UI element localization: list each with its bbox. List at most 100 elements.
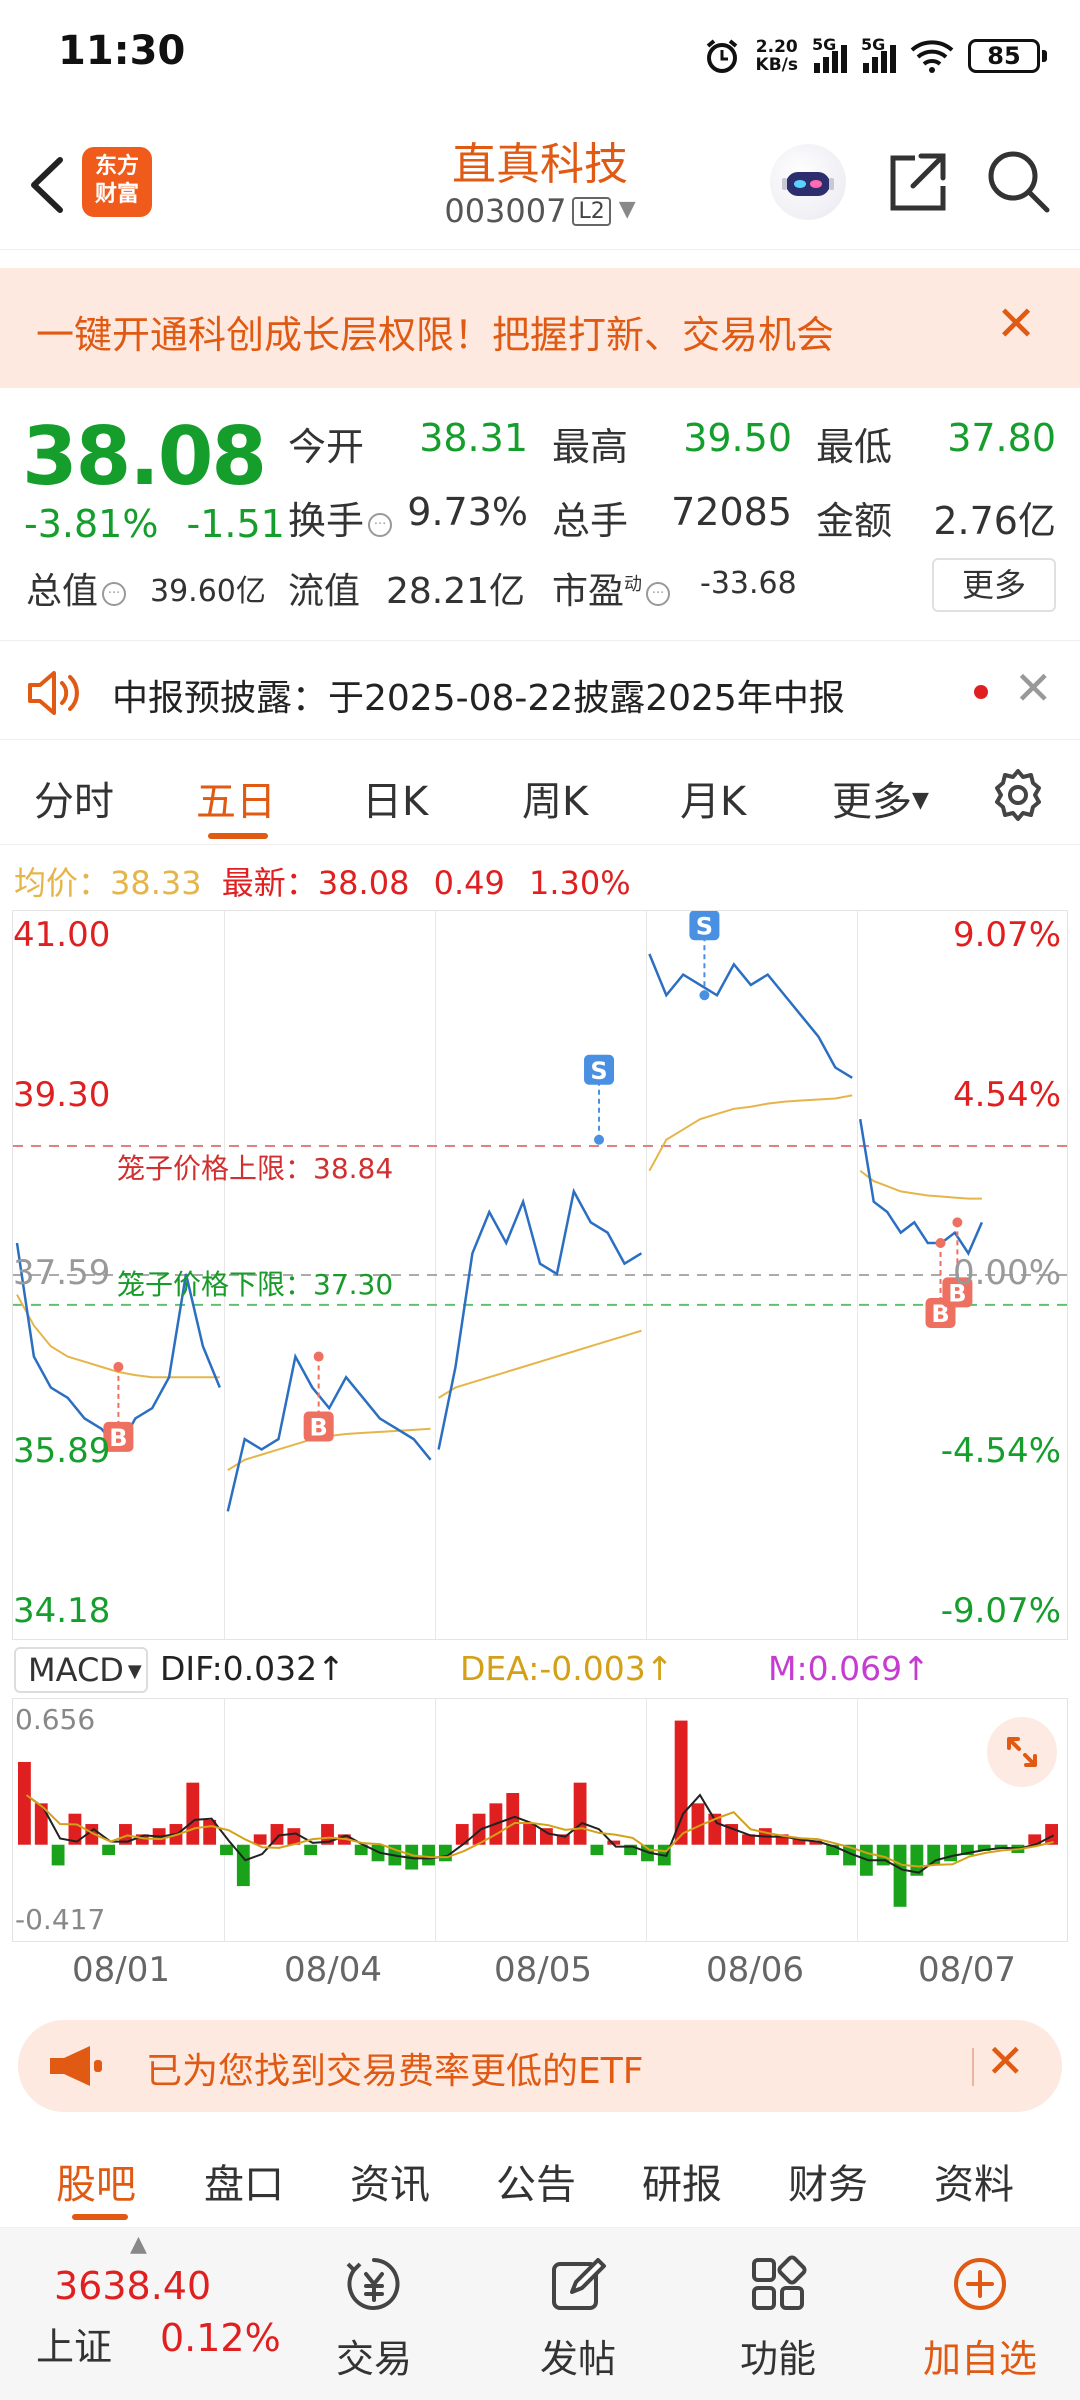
latest-pct: 1.30% bbox=[529, 864, 631, 902]
tab-daily-k[interactable]: 日K bbox=[362, 769, 428, 827]
nav-functions[interactable]: 功能 bbox=[708, 2228, 848, 2400]
turnover-value: 9.73% bbox=[407, 490, 528, 534]
macd-bar bbox=[18, 1761, 31, 1845]
macd-y-min: -0.417 bbox=[15, 1903, 106, 1936]
macd-bar bbox=[186, 1782, 200, 1845]
svg-text:S: S bbox=[696, 912, 713, 940]
active-tab-indicator bbox=[72, 2214, 128, 2220]
turnover-label: 换手 ··· bbox=[288, 490, 393, 545]
nav-trade[interactable]: 交易 bbox=[304, 2228, 444, 2400]
etf-banner[interactable]: 已为您找到交易费率更低的ETF ✕ bbox=[18, 2020, 1062, 2112]
pe-label: 市盈动 ··· bbox=[552, 562, 671, 614]
plus-circle-icon bbox=[954, 2258, 1006, 2310]
nav-post[interactable]: 发帖 bbox=[508, 2228, 648, 2400]
alarm-icon bbox=[706, 39, 737, 73]
info-icon[interactable]: ··· bbox=[102, 582, 127, 606]
pe-value: -33.68 bbox=[700, 566, 797, 601]
buy-marker[interactable]: B bbox=[303, 1351, 334, 1442]
tab-profile[interactable]: 资料 bbox=[934, 2152, 1014, 2210]
low-label: 最低 bbox=[816, 425, 893, 469]
speaker-icon bbox=[28, 671, 79, 715]
macd-bar bbox=[573, 1782, 587, 1845]
sell-marker[interactable]: S bbox=[584, 1054, 615, 1145]
index-name: 上证 bbox=[36, 2325, 113, 2369]
svg-text:S: S bbox=[590, 1057, 607, 1085]
tab-financials[interactable]: 财务 bbox=[788, 2152, 868, 2210]
latest-price: 38.08 bbox=[317, 864, 410, 902]
etf-banner-text: 已为您找到交易费率更低的ETF bbox=[146, 2051, 644, 2092]
battery-icon: 85 bbox=[968, 39, 1047, 73]
macd-bar bbox=[523, 1824, 536, 1845]
macd-chart[interactable]: 0.656 -0.417 bbox=[12, 1698, 1068, 1942]
indicator-selector[interactable]: MACD ▼ bbox=[14, 1647, 148, 1693]
close-icon[interactable]: ✕ bbox=[986, 2034, 1025, 2088]
volume-label: 总手 bbox=[552, 499, 629, 543]
notice-bar[interactable]: 中报预披露：于2025-08-22披露2025年中报 ✕ bbox=[0, 640, 1080, 740]
edit-icon bbox=[552, 2258, 606, 2310]
index-ticker[interactable]: ▲ 3638.40 上证 0.12% bbox=[0, 2228, 300, 2400]
close-icon[interactable]: ✕ bbox=[996, 296, 1036, 352]
five-day-chart[interactable]: BBSSBB 41.00 39.30 37.59 35.89 34.18 9.0… bbox=[12, 910, 1068, 1640]
macd-m: M:0.069↑ bbox=[768, 1649, 930, 1688]
level2-tag: L2 bbox=[572, 197, 611, 226]
chart-tabs: 分时 五日 日K 周K 月K 更多▼ bbox=[0, 745, 1080, 845]
expand-icon[interactable] bbox=[987, 1717, 1057, 1787]
signal-icon-1: 5G bbox=[812, 35, 847, 73]
mktcap-label: 总值 ··· bbox=[26, 562, 127, 614]
tab-monthly-k[interactable]: 月K bbox=[680, 769, 746, 827]
x-tick-date: 08/01 bbox=[72, 1950, 170, 1990]
ai-assistant-icon[interactable] bbox=[770, 144, 846, 220]
signal-icon-2: 5G bbox=[861, 35, 896, 73]
tab-five-day[interactable]: 五日 bbox=[196, 769, 276, 827]
tab-announcements[interactable]: 公告 bbox=[496, 2152, 576, 2210]
avg-line-day-5 bbox=[859, 1169, 982, 1200]
macd-bar bbox=[236, 1844, 250, 1887]
nav-add-watchlist[interactable]: 加自选 bbox=[910, 2228, 1050, 2400]
tab-news[interactable]: 资讯 bbox=[350, 2152, 430, 2210]
y-tick-right: 4.54% bbox=[952, 1075, 1061, 1115]
amount-label: 金额 bbox=[816, 499, 893, 543]
price-line-day-4 bbox=[648, 953, 853, 1079]
latest-change: 0.49 bbox=[433, 864, 505, 902]
status-bar: 11:30 2.20 KB/s 5G 5G 85 bbox=[0, 0, 1080, 110]
promo-banner[interactable]: 一键开通科创成长层权限！把握打新、交易机会 ✕ bbox=[0, 268, 1080, 388]
macd-chart-svg bbox=[18, 1720, 1058, 1907]
more-quote-button[interactable]: 更多 bbox=[932, 558, 1056, 612]
tab-intraday[interactable]: 分时 bbox=[34, 769, 114, 827]
status-time: 11:30 bbox=[58, 28, 186, 74]
close-icon[interactable]: ✕ bbox=[1014, 661, 1053, 715]
tab-weekly-k[interactable]: 周K bbox=[522, 769, 588, 827]
search-icon[interactable] bbox=[985, 148, 1051, 214]
y-tick-left: 34.18 bbox=[13, 1591, 111, 1631]
tab-more[interactable]: 更多▼ bbox=[832, 769, 929, 827]
stock-header: 东方 财富 直真科技 003007 L2 ▼ bbox=[0, 110, 1080, 250]
tab-forum[interactable]: 股吧 bbox=[56, 2152, 136, 2210]
open-value: 38.31 bbox=[419, 416, 528, 460]
volume-value: 72085 bbox=[671, 490, 792, 534]
price-summary-row: 均价：38.33 最新：38.08 0.49 1.30% bbox=[14, 864, 631, 902]
macd-bar bbox=[51, 1844, 65, 1866]
float-value: 28.21亿 bbox=[386, 571, 526, 612]
price-line-day-3 bbox=[437, 1187, 643, 1450]
active-tab-indicator bbox=[208, 833, 268, 839]
share-icon[interactable] bbox=[885, 146, 951, 216]
gear-icon[interactable] bbox=[990, 767, 1046, 823]
unread-dot bbox=[974, 685, 988, 699]
macd-bar bbox=[304, 1844, 318, 1856]
high-value: 39.50 bbox=[683, 416, 792, 460]
info-icon[interactable]: ··· bbox=[646, 582, 671, 606]
y-tick-left: 39.30 bbox=[13, 1075, 111, 1115]
caret-up-icon: ▲ bbox=[130, 2232, 147, 2257]
y-tick-left: 35.89 bbox=[13, 1431, 111, 1471]
tab-research[interactable]: 研报 bbox=[642, 2152, 722, 2210]
open-label: 今开 bbox=[288, 425, 365, 469]
y-tick-left: 41.00 bbox=[13, 915, 111, 955]
price-change: -3.81% -1.51 bbox=[24, 502, 285, 546]
macd-dif: DIF:0.032↑ bbox=[160, 1649, 345, 1688]
net-speed: 2.20 KB/s bbox=[755, 37, 798, 75]
tab-orderbook[interactable]: 盘口 bbox=[204, 2152, 284, 2210]
quote-panel: 38.08 -3.81% -1.51 今开 38.31 最高 39.50 最低 … bbox=[0, 390, 1080, 640]
info-icon[interactable]: ··· bbox=[368, 513, 393, 537]
macd-bar bbox=[590, 1844, 604, 1856]
x-tick-date: 08/04 bbox=[284, 1950, 382, 1990]
